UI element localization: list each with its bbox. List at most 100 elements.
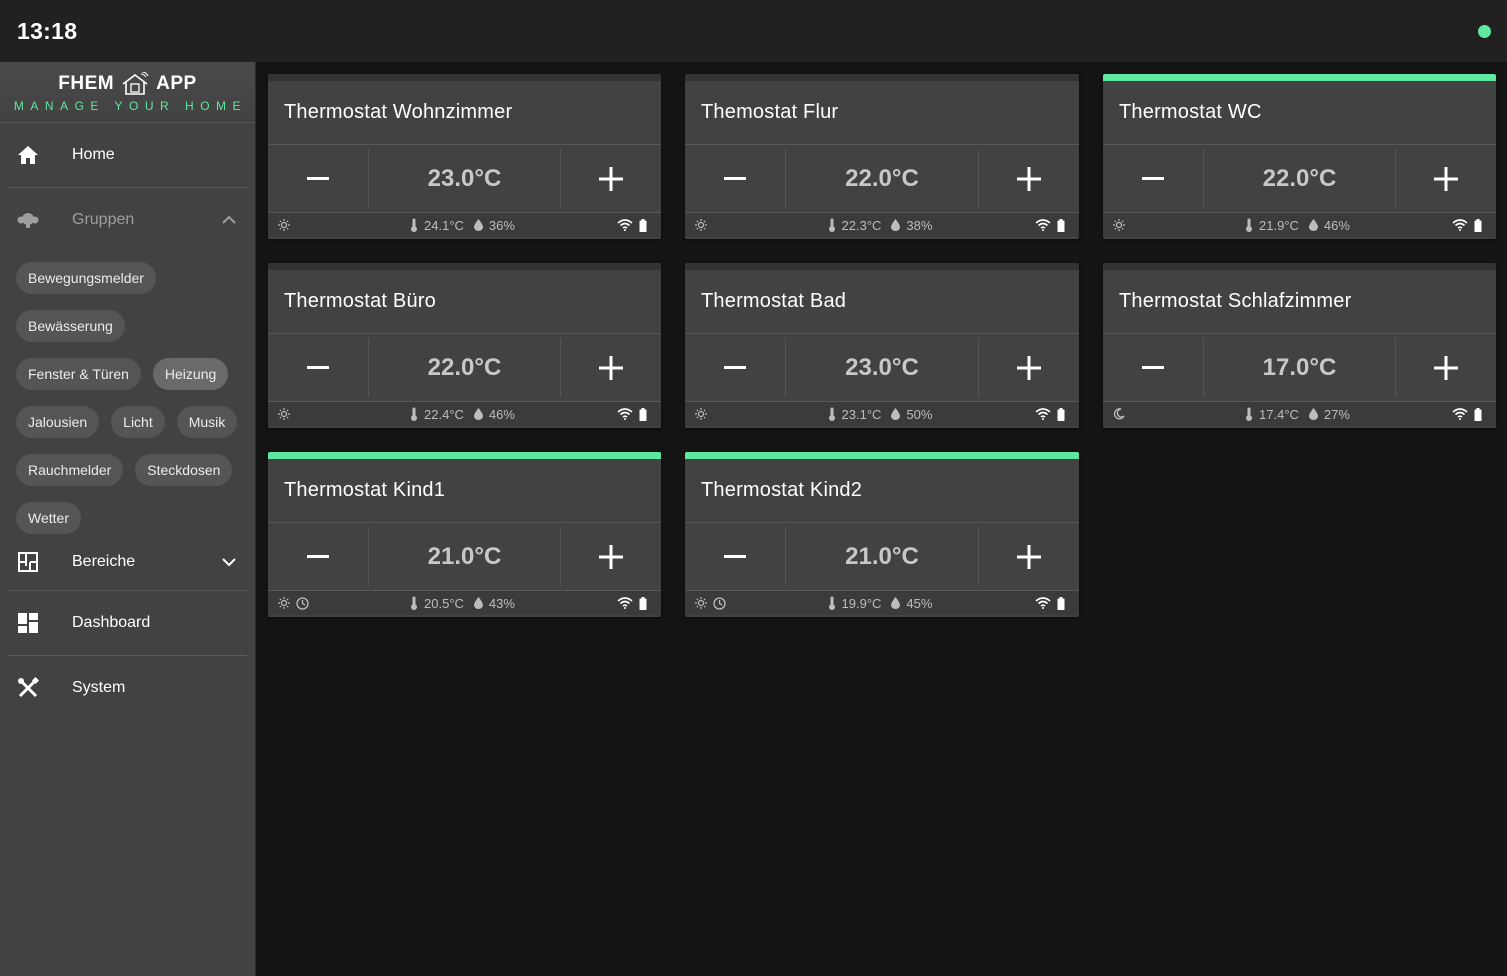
humidity-value: 46% [488, 406, 515, 422]
battery-icon [1474, 218, 1482, 232]
setpoint-control: 23.0°C [268, 145, 661, 213]
thermostat-card: Themostat Flur 22.0°C 22.3°C 38% [685, 74, 1079, 239]
groups-icon [16, 208, 40, 232]
humidity-drop-icon [473, 408, 483, 420]
decrease-button[interactable] [685, 523, 785, 590]
increase-button[interactable] [1396, 334, 1496, 401]
thermometer-icon [828, 596, 836, 610]
decrease-button[interactable] [1103, 334, 1203, 401]
setpoint-control: 17.0°C [1103, 334, 1496, 402]
logo-text-right: APP [156, 72, 197, 94]
moon-icon [1113, 408, 1125, 420]
increase-button[interactable] [979, 334, 1079, 401]
card-status-bar [685, 452, 1079, 459]
setpoint-control: 22.0°C [1103, 145, 1496, 213]
setpoint-value: 22.0°C [1203, 149, 1396, 208]
chevron-up-icon[interactable] [221, 212, 237, 228]
thermometer-icon [1245, 407, 1253, 421]
nav-item-system[interactable]: System [0, 656, 255, 720]
logo-text-left: FHEM [58, 72, 115, 94]
measured-temperature: 17.4°C [1259, 406, 1299, 422]
dashboard-icon [16, 611, 40, 635]
humidity-value: 43% [488, 595, 515, 611]
chevron-down-icon[interactable] [221, 554, 237, 570]
card-title: Thermostat Büro [268, 270, 661, 334]
decrease-button[interactable] [685, 145, 785, 212]
increase-button[interactable] [561, 145, 661, 212]
sun-icon [695, 219, 707, 231]
sun-icon [695, 408, 707, 420]
card-status-row: 19.9°C 45% [685, 591, 1079, 615]
thermometer-icon [410, 218, 418, 232]
increase-button[interactable] [979, 523, 1079, 590]
chip-bewaesserung[interactable]: Bewässerung [16, 310, 125, 342]
humidity-drop-icon [891, 597, 901, 609]
chip-licht[interactable]: Licht [111, 406, 165, 438]
measured-temperature: 19.9°C [841, 595, 882, 611]
decrease-button[interactable] [1103, 145, 1203, 212]
decrease-button[interactable] [268, 145, 368, 212]
humidity-value: 45% [906, 595, 933, 611]
increase-button[interactable] [561, 334, 661, 401]
thermometer-icon [828, 218, 836, 232]
card-status-row: 22.3°C 38% [685, 213, 1079, 237]
increase-button[interactable] [1396, 145, 1496, 212]
card-title: Themostat Flur [685, 81, 1079, 145]
card-status-bar [1103, 263, 1496, 270]
nav-label-home: Home [72, 146, 115, 163]
measured-temperature: 22.3°C [841, 217, 882, 233]
chip-bewegungsmelder[interactable]: Bewegungsmelder [16, 262, 156, 294]
nav-item-bereiche[interactable]: Bereiche [0, 534, 255, 590]
plus-icon [599, 355, 623, 380]
minus-icon [724, 365, 746, 370]
nav-item-home[interactable]: Home [0, 123, 255, 187]
thermometer-icon [828, 407, 836, 421]
home-icon [16, 143, 40, 167]
chip-wetter[interactable]: Wetter [16, 502, 81, 534]
card-status-bar [685, 263, 1079, 270]
measured-temperature: 21.9°C [1259, 217, 1299, 233]
thermostat-card: Thermostat Schlafzimmer 17.0°C 17.4°C 27… [1103, 263, 1496, 428]
logo-tagline: MANAGE YOUR HOME [13, 98, 248, 113]
decrease-button[interactable] [268, 334, 368, 401]
sun-icon [695, 597, 707, 609]
wifi-icon [617, 219, 633, 231]
chip-musik[interactable]: Musik [176, 406, 238, 438]
nav-item-dashboard[interactable]: Dashboard [0, 591, 255, 655]
decrease-button[interactable] [268, 523, 368, 590]
plus-icon [1017, 166, 1041, 191]
setpoint-control: 23.0°C [685, 334, 1079, 402]
setpoint-value: 22.0°C [368, 338, 561, 397]
setpoint-control: 21.0°C [685, 523, 1079, 591]
chip-fenster-tueren[interactable]: Fenster & Türen [16, 358, 141, 390]
wifi-icon [1035, 597, 1051, 609]
plus-icon [599, 166, 623, 191]
card-title: Thermostat Kind1 [268, 459, 661, 523]
thermostat-card: Thermostat Kind1 21.0°C 20.5°C 43% [268, 452, 661, 617]
nav-item-gruppen[interactable]: Gruppen [0, 188, 255, 252]
clock-icon [713, 596, 726, 610]
chip-heizung[interactable]: Heizung [152, 358, 229, 390]
humidity-drop-icon [1308, 408, 1318, 420]
card-status-row: 22.4°C 46% [268, 402, 661, 426]
chip-jalousien[interactable]: Jalousien [16, 406, 100, 438]
tools-icon [16, 676, 40, 700]
humidity-drop-icon [473, 597, 483, 609]
humidity-value: 50% [906, 406, 933, 422]
thermometer-icon [1245, 218, 1253, 232]
humidity-value: 27% [1323, 406, 1350, 422]
battery-icon [1057, 218, 1065, 232]
setpoint-value: 22.0°C [785, 149, 979, 208]
card-status-row: 24.1°C 36% [268, 213, 661, 237]
chip-rauchmelder[interactable]: Rauchmelder [16, 454, 124, 486]
chip-steckdosen[interactable]: Steckdosen [135, 454, 233, 486]
card-status-row: 20.5°C 43% [268, 591, 661, 615]
clock-icon [296, 596, 309, 610]
thermostat-card: Thermostat Kind2 21.0°C 19.9°C 45% [685, 452, 1079, 617]
humidity-drop-icon [1308, 219, 1318, 231]
increase-button[interactable] [561, 523, 661, 590]
wifi-icon [1452, 408, 1468, 420]
decrease-button[interactable] [685, 334, 785, 401]
increase-button[interactable] [979, 145, 1079, 212]
nav-label-gruppen: Gruppen [72, 211, 135, 228]
